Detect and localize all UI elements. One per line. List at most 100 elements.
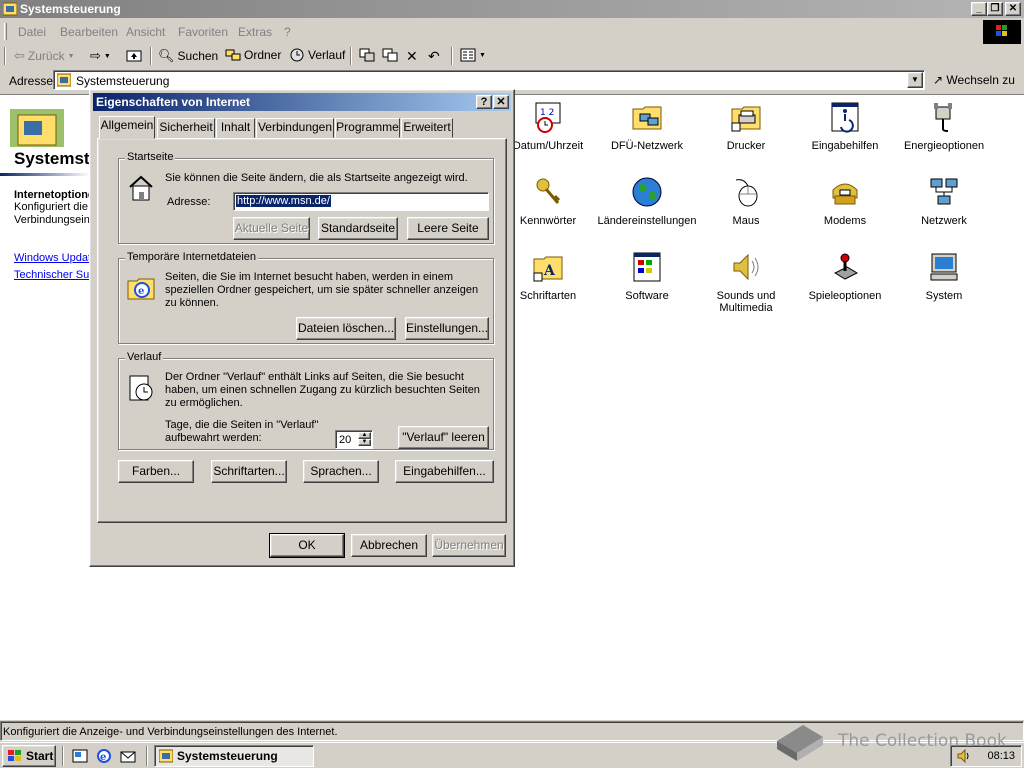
windows-update-link[interactable]: Windows Update xyxy=(14,252,90,264)
back-label: Zurück xyxy=(27,49,65,63)
temp-files-description: Seiten, die Sie im Internet besucht habe… xyxy=(165,271,479,309)
folders-icon xyxy=(225,49,241,61)
cancel-button[interactable]: Abbrechen xyxy=(351,534,427,557)
forward-button[interactable]: ⇨ ▼ xyxy=(90,48,111,64)
menu-datei[interactable]: Datei xyxy=(18,25,46,39)
cp-item-modems[interactable]: Modems xyxy=(795,176,895,227)
current-page-button[interactable]: Aktuelle Seite xyxy=(233,217,310,240)
tech-support-link[interactable]: Technischer Support xyxy=(14,269,90,281)
up-folder-icon xyxy=(126,50,142,62)
cp-item-label: Modems xyxy=(823,215,867,227)
delete-files-button[interactable]: Dateien löschen... xyxy=(296,317,396,340)
volume-icon[interactable] xyxy=(957,749,971,763)
svg-text:1 2: 1 2 xyxy=(540,108,554,118)
group-label-temp-files: Temporäre Internetdateien xyxy=(125,251,259,263)
history-icon xyxy=(290,48,304,62)
modem-icon xyxy=(832,183,858,205)
copy-to-button[interactable] xyxy=(382,48,398,62)
software-icon xyxy=(633,252,661,282)
delete-button[interactable]: ✕ xyxy=(406,48,418,65)
go-button[interactable]: ↗ Wechseln zu xyxy=(933,73,1015,87)
fonts-button[interactable]: Schriftarten... xyxy=(211,460,287,483)
undo-button[interactable]: ↶ xyxy=(428,48,440,65)
tab-verbindungen[interactable]: Verbindungen xyxy=(256,118,334,138)
task-button-systemsteuerung[interactable]: Systemsteuerung xyxy=(154,745,314,767)
search-button[interactable]: 🔍︎ Suchen xyxy=(158,48,218,64)
address-dropdown-button[interactable]: ▼ xyxy=(907,72,923,88)
folders-button[interactable]: Ordner xyxy=(225,48,281,62)
history-days-spinner[interactable]: 20 ▲ ▼ xyxy=(335,430,373,449)
back-button[interactable]: ⇦ Zurück ▼ xyxy=(14,48,75,64)
cp-item-system[interactable]: System xyxy=(894,251,994,302)
copy-to-icon xyxy=(382,48,398,62)
history-button[interactable]: Verlauf xyxy=(289,48,345,62)
delete-x-icon: ✕ xyxy=(406,48,418,64)
cp-item-eingabehilfen[interactable]: Eingabehilfen xyxy=(795,101,895,152)
dialog-title-bar[interactable]: Eigenschaften von Internet ? ✕ xyxy=(93,93,511,111)
tab-panel-allgemein: Startseite Sie können die Seite ändern, … xyxy=(97,138,507,523)
show-desktop-icon[interactable] xyxy=(72,748,88,764)
history-description: Der Ordner "Verlauf" enthält Links auf S… xyxy=(165,371,480,409)
startseite-description: Sie können die Seite ändern, die als Sta… xyxy=(165,172,468,184)
cp-item-software[interactable]: Software xyxy=(597,251,697,302)
window-title-bar[interactable]: Systemsteuerung _ ❐ ✕ xyxy=(0,0,1024,18)
spinner-down-button[interactable]: ▼ xyxy=(358,439,371,446)
cp-item-maus[interactable]: Maus xyxy=(696,176,796,227)
start-button[interactable]: Start xyxy=(2,745,56,767)
apply-button[interactable]: Übernehmen xyxy=(432,534,506,557)
close-button[interactable]: ✕ xyxy=(1005,2,1021,16)
move-to-button[interactable] xyxy=(359,48,375,62)
tab-programme[interactable]: Programme xyxy=(335,118,400,138)
chevron-down-icon: ▼ xyxy=(103,52,111,60)
cp-item-drucker[interactable]: Drucker xyxy=(696,101,796,152)
up-folder-button[interactable] xyxy=(126,48,142,62)
tab-sicherheit[interactable]: Sicherheit xyxy=(157,118,215,138)
languages-button[interactable]: Sprachen... xyxy=(303,460,379,483)
cp-item-dfu-netzwerk[interactable]: DFÜ-Netzwerk xyxy=(597,101,697,152)
computer-icon xyxy=(930,253,958,281)
tab-inhalt[interactable]: Inhalt xyxy=(216,118,255,138)
menu-help[interactable]: ? xyxy=(284,25,291,39)
group-verlauf: Verlauf Der Ordner "Verlauf" enthält Lin… xyxy=(118,351,494,450)
address-field-label: Adresse: xyxy=(167,196,211,208)
history-label: Verlauf xyxy=(308,48,346,62)
toolbar-grip xyxy=(4,47,6,65)
clear-history-button[interactable]: "Verlauf" leeren xyxy=(398,426,489,449)
clock: 08:13 xyxy=(987,750,1015,762)
cp-item-landereinstellungen[interactable]: Ländereinstellungen xyxy=(597,176,697,227)
internet-properties-dialog: Eigenschaften von Internet ? ✕ Allgemein… xyxy=(89,89,515,567)
cp-item-spieleoptionen[interactable]: Spieleoptionen xyxy=(795,251,895,302)
accessibility-button[interactable]: Eingabehilfen... xyxy=(395,460,494,483)
control-panel-icon xyxy=(3,2,17,16)
temp-settings-button[interactable]: Einstellungen... xyxy=(405,317,489,340)
selected-item-heading: Internetoptionen xyxy=(14,189,90,201)
blank-page-button[interactable]: Leere Seite xyxy=(407,217,489,240)
dialog-help-button[interactable]: ? xyxy=(476,95,492,109)
colors-button[interactable]: Farben... xyxy=(118,460,194,483)
ok-button[interactable]: OK xyxy=(269,533,345,558)
cp-item-label: Energieoptionen xyxy=(903,140,985,152)
menu-bearbeiten[interactable]: Bearbeiten xyxy=(60,25,118,39)
tab-allgemein[interactable]: Allgemein xyxy=(99,116,155,139)
homepage-address-input[interactable]: http://www.msn.de/ xyxy=(233,192,489,211)
cp-item-sounds[interactable]: Sounds und Multimedia xyxy=(696,251,796,314)
menu-extras[interactable]: Extras xyxy=(238,25,272,39)
address-input[interactable]: Systemsteuerung ▼ xyxy=(53,70,925,90)
tab-erweitert[interactable]: Erweitert xyxy=(401,118,453,138)
menu-favoriten[interactable]: Favoriten xyxy=(178,25,228,39)
power-plug-icon xyxy=(934,103,952,132)
pane-title-underline xyxy=(0,173,90,176)
views-button[interactable]: ▼ xyxy=(460,48,486,62)
minimize-button[interactable]: _ xyxy=(971,2,987,16)
cp-item-energieoptionen[interactable]: Energieoptionen xyxy=(894,101,994,152)
cp-item-netzwerk[interactable]: Netzwerk xyxy=(894,176,994,227)
dialog-close-button[interactable]: ✕ xyxy=(493,95,509,109)
views-icon xyxy=(460,48,476,62)
spinner-up-button[interactable]: ▲ xyxy=(358,432,371,439)
maximize-button[interactable]: ❐ xyxy=(987,2,1003,16)
undo-icon: ↶ xyxy=(428,48,440,64)
internet-explorer-icon[interactable]: e xyxy=(96,748,112,764)
menu-ansicht[interactable]: Ansicht xyxy=(126,25,165,39)
default-page-button[interactable]: Standardseite xyxy=(318,217,398,240)
outlook-express-icon[interactable] xyxy=(120,748,136,764)
